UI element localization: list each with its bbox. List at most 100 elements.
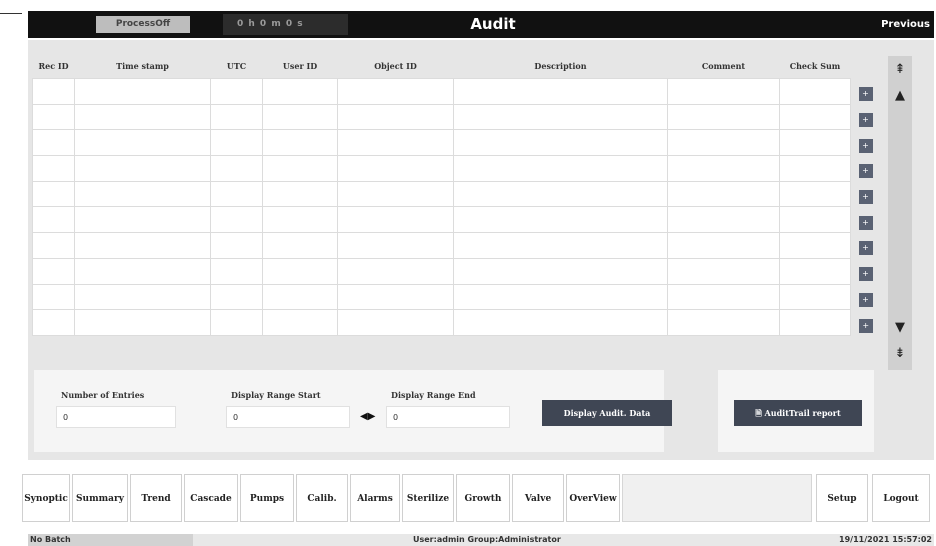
nav-logout[interactable]: Logout <box>872 474 930 522</box>
row-expand-button[interactable]: + <box>858 190 873 205</box>
table-cell <box>779 129 851 157</box>
nav-overview[interactable]: OverView <box>566 474 620 522</box>
nav-growth[interactable]: Growth <box>456 474 510 522</box>
nav-valve[interactable]: Valve <box>512 474 564 522</box>
table-cell <box>667 309 780 336</box>
table-row[interactable]: + <box>32 283 881 311</box>
display-audit-data-button[interactable]: Display Audit. Data <box>542 400 672 426</box>
table-cell <box>262 232 338 259</box>
previous-button[interactable]: Previous <box>881 11 930 38</box>
table-cell <box>210 155 263 182</box>
table-row[interactable]: + <box>32 103 881 131</box>
table-cell <box>74 180 211 208</box>
table-cell <box>337 206 454 234</box>
table-cell <box>32 78 75 105</box>
status-bar: No Batch User:admin Group:Administrator … <box>28 534 934 546</box>
table-cell <box>74 155 211 182</box>
nav-alarms[interactable]: Alarms <box>350 474 400 522</box>
user-info: User:admin Group:Administrator <box>413 535 561 544</box>
row-action-cell: + <box>851 207 881 233</box>
row-action-cell: + <box>851 284 881 310</box>
row-expand-button[interactable]: + <box>858 292 873 307</box>
table-cell <box>262 103 338 131</box>
nav-calib[interactable]: Calib. <box>296 474 348 522</box>
table-row[interactable]: + <box>32 206 881 234</box>
number-of-entries-label: Number of Entries <box>61 390 145 400</box>
table-cell <box>453 283 668 311</box>
nav-cascade[interactable]: Cascade <box>184 474 238 522</box>
number-of-entries-field[interactable]: 0 <box>56 406 176 428</box>
document-icon: 🗎 <box>755 408 762 418</box>
table-cell <box>337 283 454 311</box>
row-expand-button[interactable]: + <box>858 267 873 282</box>
table-row[interactable]: + <box>32 257 881 285</box>
table-cell <box>779 206 851 234</box>
table-cell <box>262 78 338 105</box>
nav-summary[interactable]: Summary <box>72 474 128 522</box>
table-cell <box>337 180 454 208</box>
process-timer: 0 h 0 m 0 s <box>223 14 348 35</box>
nav-setup[interactable]: Setup <box>816 474 868 522</box>
table-cell <box>779 103 851 131</box>
row-expand-button[interactable]: + <box>858 164 873 179</box>
nav-spacer <box>622 474 812 522</box>
table-cell <box>453 103 668 131</box>
table-cell <box>32 103 75 131</box>
corner-divider <box>0 13 22 14</box>
report-panel: 🗎 AuditTrail report <box>718 370 874 452</box>
nav-trend[interactable]: Trend <box>130 474 182 522</box>
table-cell <box>453 257 668 285</box>
table-row[interactable]: + <box>32 129 881 157</box>
nav-sterilize[interactable]: Sterilize <box>402 474 454 522</box>
vertical-scrollbar[interactable]: ⇞ ▲ ▼ ⇟ <box>888 56 912 370</box>
table-row[interactable]: + <box>32 309 881 336</box>
row-expand-button[interactable]: + <box>858 113 873 128</box>
table-cell <box>453 180 668 208</box>
table-cell <box>74 206 211 234</box>
table-row[interactable]: + <box>32 78 881 105</box>
table-cell <box>32 129 75 157</box>
table-cell <box>779 283 851 311</box>
row-expand-button[interactable]: + <box>858 87 873 102</box>
table-cell <box>74 309 211 336</box>
row-expand-button[interactable]: + <box>858 138 873 153</box>
table-row[interactable]: + <box>32 155 881 182</box>
table-cell <box>667 283 780 311</box>
table-cell <box>667 155 780 182</box>
nav-synoptic[interactable]: Synoptic <box>22 474 70 522</box>
table-cell <box>32 180 75 208</box>
row-action-cell: + <box>851 233 881 259</box>
table-cell <box>667 180 780 208</box>
scroll-last-icon[interactable]: ⇟ <box>888 342 912 366</box>
scroll-up-icon[interactable]: ▲ <box>888 84 912 108</box>
scroll-down-icon[interactable]: ▼ <box>888 316 912 340</box>
row-expand-button[interactable]: + <box>858 215 873 230</box>
nav-pumps[interactable]: Pumps <box>240 474 294 522</box>
table-cell <box>779 155 851 182</box>
table-row[interactable]: + <box>32 180 881 208</box>
table-row[interactable]: + <box>32 232 881 259</box>
table-cell <box>337 232 454 259</box>
row-expand-button[interactable]: + <box>858 318 873 333</box>
row-expand-button[interactable]: + <box>858 241 873 256</box>
range-arrows-icon[interactable]: ◀▶ <box>360 411 375 422</box>
display-range-start-field[interactable]: 0 <box>226 406 350 428</box>
table-cell <box>667 257 780 285</box>
row-action-cell: + <box>851 79 881 105</box>
table-cell <box>210 103 263 131</box>
audit-table: Rec ID Time stamp UTC User ID Object ID … <box>32 54 880 336</box>
table-cell <box>779 309 851 336</box>
batch-status: No Batch <box>28 534 193 546</box>
display-audit-data-label: Display Audit. Data <box>563 408 651 418</box>
scroll-first-icon[interactable]: ⇞ <box>888 58 912 82</box>
header-comment: Comment <box>701 61 746 71</box>
display-range-end-field[interactable]: 0 <box>386 406 510 428</box>
header-user-id: User ID <box>282 61 318 71</box>
row-action-cell: + <box>851 104 881 130</box>
datetime: 19/11/2021 15:57:02 <box>839 535 932 544</box>
header-object-id: Object ID <box>374 61 417 71</box>
top-bar: ProcessOff 0 h 0 m 0 s Audit Previous <box>28 11 934 38</box>
audit-trail-report-button[interactable]: 🗎 AuditTrail report <box>734 400 862 426</box>
table-cell <box>210 206 263 234</box>
table-cell <box>74 283 211 311</box>
